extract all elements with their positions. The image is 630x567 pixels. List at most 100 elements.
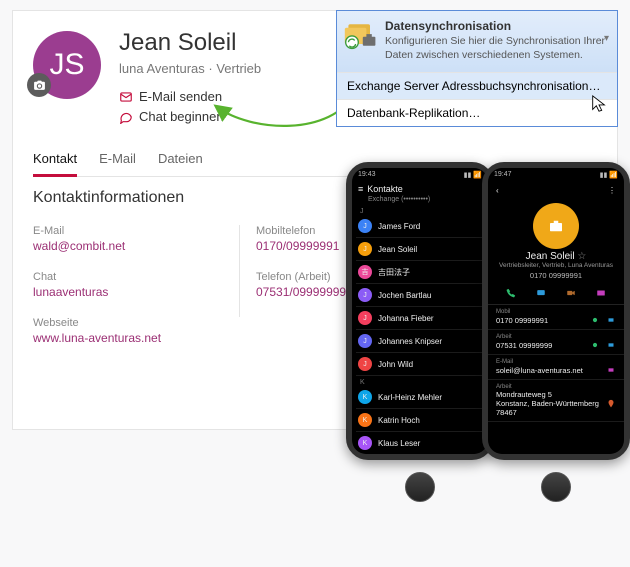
avatar-icon: J (358, 242, 372, 256)
list-item[interactable]: J John Wild (356, 353, 484, 376)
back-icon[interactable]: ‹ (496, 186, 499, 195)
addr-line1: Mondrauteweg 5 (496, 390, 599, 399)
list-item-label: Katrin Hoch (378, 416, 420, 425)
avatar-icon: K (358, 436, 372, 450)
message-icon[interactable] (606, 315, 616, 325)
section-title: Kontaktinformationen (33, 189, 184, 207)
detail-actions (488, 284, 624, 305)
sync-folder-icon (343, 17, 379, 53)
list-item-label: Johannes Knipser (378, 337, 442, 346)
tab-dateien[interactable]: Dateien (158, 151, 203, 176)
value-email[interactable]: wald@combit.net (33, 239, 223, 253)
addr-line3: 78467 (496, 408, 599, 417)
value-work[interactable]: 07531 09999999 (496, 341, 552, 350)
sync-item-replication[interactable]: Datenbank-Replikation… (337, 99, 617, 126)
sync-desc: Konfigurieren Sie hier die Synchronisati… (385, 35, 607, 62)
list-item-label: 吉田法子 (378, 267, 410, 278)
list-item[interactable]: J James Ford (356, 215, 484, 238)
briefcase-icon (547, 217, 565, 235)
avatar-icon: K (358, 390, 372, 404)
value-mobile[interactable]: 0170 09999991 (496, 316, 548, 325)
call-icon[interactable] (590, 315, 600, 325)
label-chat: Chat (33, 271, 223, 283)
avatar-icon: J (358, 357, 372, 371)
label-web: Webseite (33, 317, 223, 329)
menu-icon[interactable]: ≡ (358, 184, 363, 194)
list-item[interactable]: 吉吉田法子 (356, 261, 484, 284)
value-web[interactable]: www.luna-aventuras.net (33, 331, 223, 345)
avatar-icon: J (358, 334, 372, 348)
avatar-icon: K (358, 413, 372, 427)
mail-icon[interactable] (596, 288, 606, 298)
list-letter-k: K (356, 376, 484, 386)
camera-icon[interactable] (27, 73, 51, 97)
tab-email[interactable]: E-Mail (99, 151, 136, 176)
phone-home-button[interactable] (541, 472, 571, 502)
more-icon[interactable]: ⋮ (608, 186, 616, 195)
sync-item-exchange[interactable]: Exchange Server Adressbuchsynchronisatio… (337, 72, 617, 99)
chevron-down-icon: ▾ (604, 33, 609, 44)
contact-subtitle: luna Aventuras · Vertrieb (119, 61, 261, 76)
list-item-label: Karl-Heinz Mehler (378, 393, 442, 402)
message-icon[interactable] (606, 340, 616, 350)
value-email[interactable]: soleil@luna-aventuras.net (496, 366, 583, 375)
list-item-label: Klaus Leser (378, 439, 420, 448)
phone-time: 19:43 (358, 171, 376, 179)
message-icon[interactable] (536, 288, 546, 298)
list-item-label: John Wild (378, 360, 413, 369)
detail-phone: 0170 09999991 (488, 271, 624, 280)
avatar-icon: J (358, 288, 372, 302)
addr-line2: Konstanz, Baden-Württemberg (496, 399, 599, 408)
list-item-label: Johanna Fieber (378, 314, 434, 323)
map-icon[interactable] (606, 399, 616, 409)
sync-dropdown[interactable]: Datensynchronisation Konfigurieren Sie h… (336, 10, 618, 127)
list-item[interactable]: J Johanna Fieber (356, 307, 484, 330)
list-item[interactable]: K Katrin Hoch (356, 409, 484, 432)
avatar-icon: J (358, 311, 372, 325)
avatar-icon: 吉 (358, 265, 372, 279)
avatar: JS (33, 31, 101, 99)
list-item[interactable]: J Jean Soleil (356, 238, 484, 261)
call-icon[interactable] (590, 340, 600, 350)
sync-header[interactable]: Datensynchronisation Konfigurieren Sie h… (337, 11, 617, 72)
contact-avatar (533, 203, 579, 249)
chat-icon (119, 110, 133, 124)
value-chat[interactable]: lunaaventuras (33, 285, 223, 299)
contact-name: Jean Soleil (119, 29, 236, 57)
phone-list-header: ≡ Kontakte (352, 182, 488, 196)
tab-kontakt[interactable]: Kontakt (33, 151, 77, 177)
send-email-label: E-Mail senden (139, 89, 222, 104)
status-bar: 19:43▮▮ 📶 (352, 168, 488, 182)
info-col-left: E-Mail wald@combit.net Chat lunaaventura… (33, 225, 223, 363)
sync-title: Datensynchronisation (385, 19, 607, 33)
list-item[interactable]: K Klaus Leser (356, 432, 484, 454)
list-item-label: Jochen Bartlau (378, 291, 431, 300)
status-bar: 19:47▮▮ 📶 (488, 168, 624, 182)
phone-home-button[interactable] (405, 472, 435, 502)
list-item-label: Jean Soleil (378, 245, 417, 254)
phone-contacts-list: 19:43▮▮ 📶 ≡ Kontakte Exchange (•••••••••… (346, 162, 494, 460)
phone-list-source: Exchange (••••••••••) (352, 196, 488, 205)
video-icon[interactable] (566, 288, 576, 298)
avatar-icon: J (358, 219, 372, 233)
call-icon[interactable] (506, 288, 516, 298)
start-chat-link[interactable]: Chat beginnen (119, 109, 224, 124)
phone-contact-detail: 19:47▮▮ 📶 ‹ ⋮ Jean Soleil ☆ Vertriebslei… (482, 162, 630, 460)
label-email: E-Mail (33, 225, 223, 237)
list-item[interactable]: K Karl-Heinz Mehler (356, 386, 484, 409)
start-chat-label: Chat beginnen (139, 109, 224, 124)
list-item[interactable]: J Johannes Knipser (356, 330, 484, 353)
list-item-label: James Ford (378, 222, 420, 231)
mouse-cursor-icon (590, 95, 608, 113)
phone-contact-list[interactable]: J J James Ford J Jean Soleil 吉吉田法子 J Jochen Ba… (352, 205, 488, 454)
list-item[interactable]: J Jochen Bartlau (356, 284, 484, 307)
send-email-link[interactable]: E-Mail senden (119, 89, 222, 104)
mail-icon (119, 90, 133, 104)
star-icon[interactable]: ☆ (577, 251, 586, 262)
list-letter-j: J (356, 205, 484, 215)
detail-sub: Vertriebsleiter, Vertrieb, Luna Aventura… (488, 262, 624, 269)
phone-time: 19:47 (494, 171, 512, 179)
mail-icon[interactable] (606, 365, 616, 375)
detail-name: Jean Soleil (526, 251, 575, 262)
phone-list-title: Kontakte (367, 184, 403, 194)
